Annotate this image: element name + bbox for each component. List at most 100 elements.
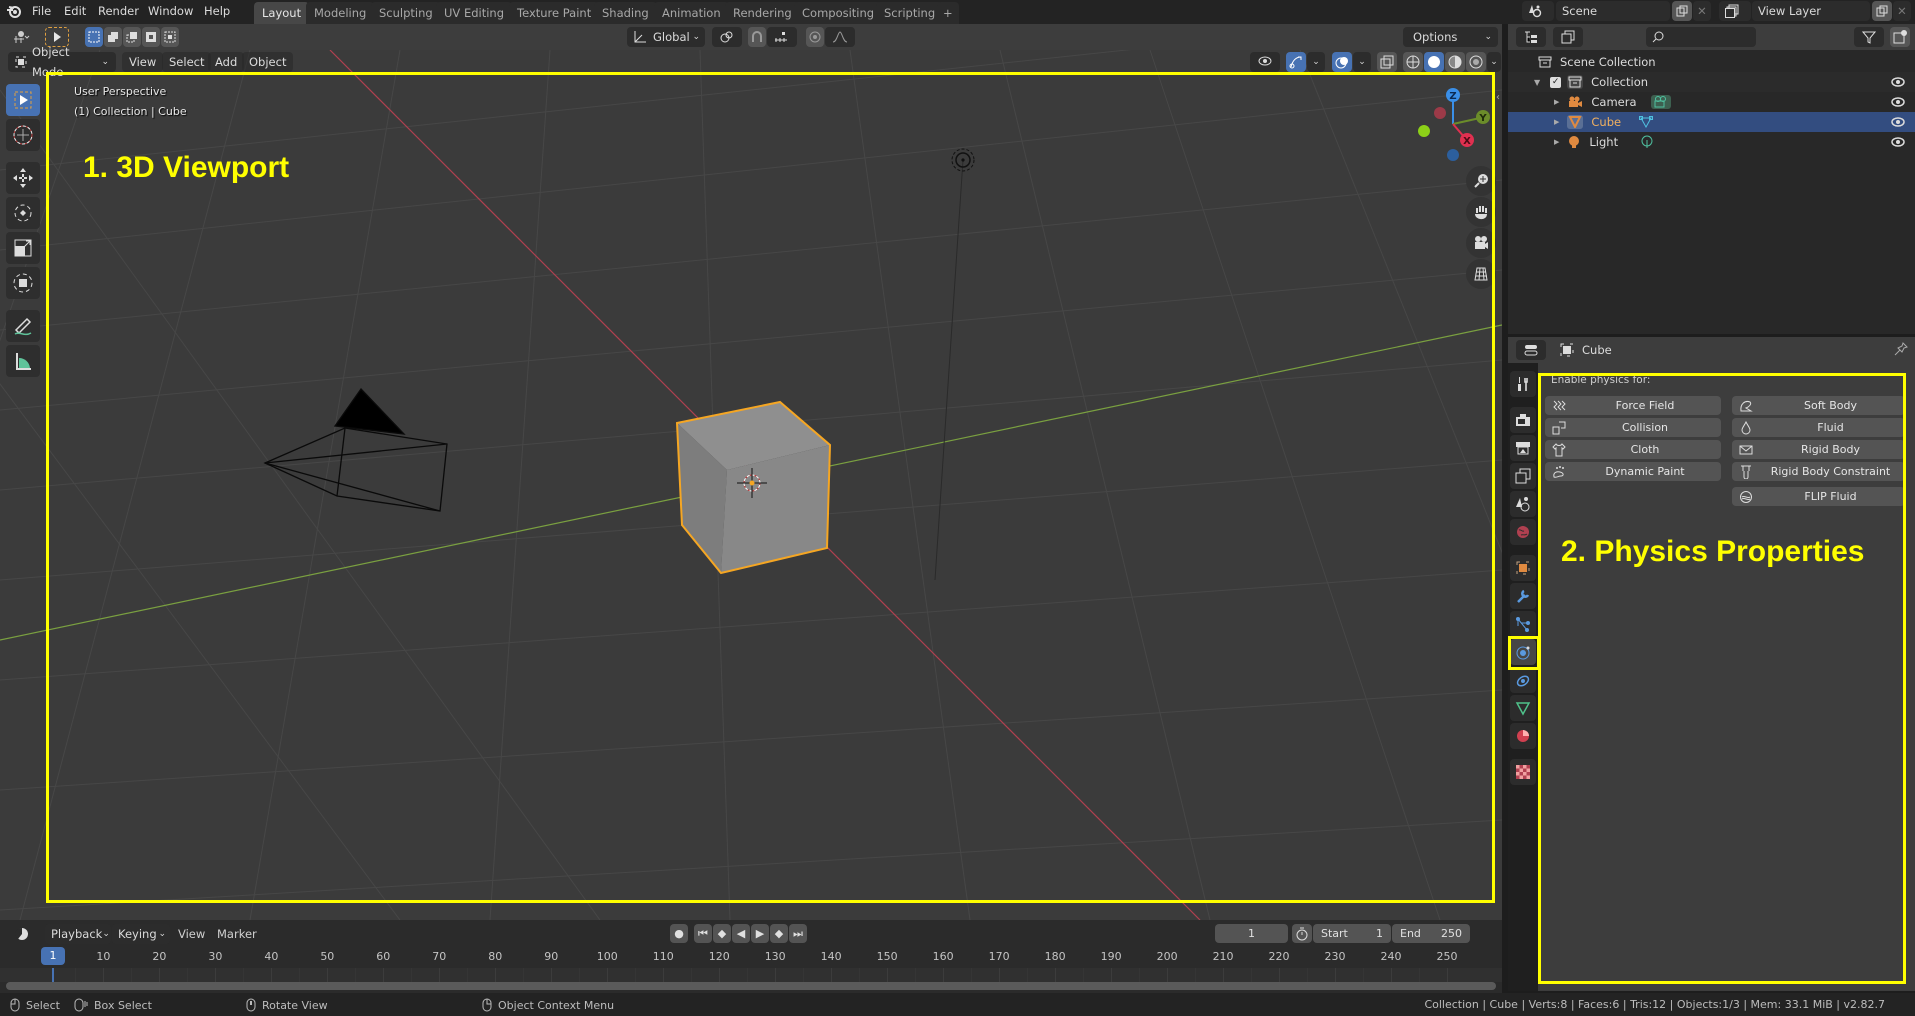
overlays-dropdown[interactable]: ⌄ — [1353, 52, 1371, 72]
new-collection-button[interactable] — [1890, 27, 1910, 47]
light-data-icon[interactable] — [1640, 135, 1654, 149]
menu-help[interactable]: Help — [204, 4, 230, 18]
select-mode-invert-button[interactable] — [142, 27, 160, 47]
jump-start-button[interactable]: ⏮ — [694, 924, 712, 943]
outliner-scene-collection[interactable]: Scene Collection — [1508, 52, 1915, 72]
move-tool[interactable] — [6, 162, 40, 194]
timeline-editor-type-button[interactable] — [8, 924, 36, 944]
viewport-menu-add[interactable]: Add — [208, 52, 245, 72]
annotate-tool[interactable] — [6, 310, 40, 342]
outliner-item-cube[interactable]: ▶ Cube — [1508, 112, 1915, 132]
visibility-eye-icon[interactable] — [1891, 117, 1905, 127]
delete-view-layer-button[interactable]: ✕ — [1893, 1, 1911, 21]
timeline-menu-marker[interactable]: Marker — [217, 927, 257, 941]
view-layer-browse-button[interactable] — [1719, 1, 1751, 21]
transform-tool[interactable] — [6, 267, 40, 299]
mesh-data-icon[interactable] — [1639, 116, 1654, 128]
pin-icon[interactable] — [1894, 342, 1908, 356]
outliner-search-input[interactable] — [1646, 27, 1756, 47]
tab-view-layer[interactable] — [1510, 463, 1536, 489]
delete-scene-button[interactable]: ✕ — [1693, 1, 1711, 21]
tab-shading[interactable]: Shading — [594, 2, 657, 24]
shading-solid-button[interactable] — [1424, 52, 1444, 72]
outliner-item-collection[interactable]: ▼ ✓ Collection — [1508, 72, 1915, 92]
outliner-item-light[interactable]: ▶ Light — [1508, 132, 1915, 152]
view-layer-name-field[interactable]: View Layer — [1752, 1, 1870, 21]
preview-range-toggle[interactable] — [1292, 924, 1312, 943]
display-mode-dropdown[interactable] — [1553, 27, 1583, 47]
keying-dropdown[interactable]: Keying ⌄ — [112, 924, 170, 944]
options-dropdown[interactable]: Options ⌄ — [1403, 27, 1498, 47]
auto-keying-toggle[interactable]: ● — [670, 924, 688, 943]
scene-browse-button[interactable] — [1522, 1, 1554, 21]
tab-rendering[interactable]: Rendering — [725, 2, 800, 24]
tab-object[interactable] — [1510, 555, 1536, 581]
visibility-eye-icon[interactable] — [1891, 137, 1905, 147]
tab-material[interactable] — [1510, 723, 1536, 749]
shading-rendered-button[interactable] — [1466, 52, 1486, 72]
timeline-menu-view[interactable]: View — [178, 927, 205, 941]
gizmo-dropdown[interactable]: ⌄ — [1307, 52, 1325, 72]
cursor-tool[interactable] — [6, 119, 40, 151]
tab-scene[interactable] — [1510, 491, 1536, 517]
collapse-triangle-icon[interactable]: ▼ — [1534, 78, 1540, 87]
tab-compositing[interactable]: Compositing — [794, 2, 883, 24]
shading-material-button[interactable] — [1445, 52, 1465, 72]
select-mode-intersect-button[interactable] — [161, 27, 179, 47]
tab-output[interactable] — [1510, 435, 1536, 461]
blender-logo-icon[interactable] — [6, 3, 22, 19]
timeline-track[interactable] — [0, 968, 1502, 982]
tab-particles[interactable] — [1510, 611, 1536, 637]
filter-dropdown[interactable] — [1854, 27, 1884, 47]
current-frame-field[interactable]: 1 — [1215, 924, 1288, 943]
tab-uv-editing[interactable]: UV Editing — [436, 2, 512, 24]
timeline-ruler[interactable]: 10 20 30 40 50 60 70 80 90 100 110 120 130 140 150 160 1… — [0, 946, 1502, 968]
tab-scripting[interactable]: Scripting — [876, 2, 944, 24]
tab-animation[interactable]: Animation — [654, 2, 729, 24]
select-box-tool[interactable] — [6, 84, 40, 116]
gizmo-toggle[interactable] — [1286, 52, 1306, 72]
start-frame-field[interactable]: Start 1 — [1313, 924, 1391, 943]
end-frame-field[interactable]: End 250 — [1392, 924, 1470, 943]
viewport-menu-view[interactable]: View — [122, 52, 164, 72]
expand-triangle-icon[interactable]: ▶ — [1554, 98, 1559, 106]
scene-name-field[interactable]: Scene — [1556, 1, 1670, 21]
tab-modifiers[interactable] — [1510, 583, 1536, 609]
playhead-line[interactable] — [52, 968, 54, 982]
viewport-menu-object[interactable]: Object — [242, 52, 294, 72]
tab-data[interactable] — [1510, 695, 1536, 721]
add-workspace-button[interactable]: + — [937, 2, 959, 24]
viewport-menu-select[interactable]: Select — [162, 52, 212, 72]
snap-toggle[interactable] — [748, 27, 766, 47]
tab-tool[interactable] — [1510, 371, 1536, 397]
visibility-eye-icon[interactable] — [1891, 97, 1905, 107]
tab-modeling[interactable]: Modeling — [306, 2, 375, 24]
selectability-visibility-dropdown[interactable] — [1250, 52, 1280, 72]
menu-render[interactable]: Render — [98, 4, 139, 18]
menu-file[interactable]: File — [32, 4, 51, 18]
expand-triangle-icon[interactable]: ▶ — [1554, 138, 1559, 146]
playback-dropdown[interactable]: Playback ⌄ — [45, 924, 111, 944]
overlays-toggle[interactable] — [1332, 52, 1352, 72]
proportional-edit-toggle[interactable] — [806, 27, 824, 47]
rotate-tool[interactable] — [6, 197, 40, 229]
measure-tool[interactable] — [6, 345, 40, 377]
tab-world[interactable] — [1510, 519, 1536, 545]
tab-constraints[interactable] — [1510, 667, 1536, 693]
proportional-falloff-dropdown[interactable] — [825, 27, 855, 47]
transform-orientation-dropdown[interactable]: Global ⌄ — [627, 27, 705, 47]
sidebar-expand-icon[interactable]: ‹ — [1496, 92, 1500, 103]
tab-texture-paint[interactable]: Texture Paint — [509, 2, 600, 24]
shading-wireframe-button[interactable] — [1403, 52, 1423, 72]
snap-target-dropdown[interactable] — [767, 27, 797, 47]
camera-data-icon[interactable] — [1650, 95, 1671, 109]
tab-sculpting[interactable]: Sculpting — [371, 2, 441, 24]
visibility-eye-icon[interactable] — [1891, 77, 1905, 87]
menu-edit[interactable]: Edit — [64, 4, 86, 18]
new-view-layer-button[interactable] — [1872, 1, 1892, 21]
playhead-frame-label[interactable]: 1 — [41, 947, 65, 965]
shading-dropdown[interactable]: ⌄ — [1487, 52, 1501, 72]
tab-texture[interactable] — [1510, 759, 1536, 785]
play-reverse-button[interactable]: ◀ — [732, 924, 750, 943]
xray-toggle[interactable] — [1377, 52, 1397, 72]
